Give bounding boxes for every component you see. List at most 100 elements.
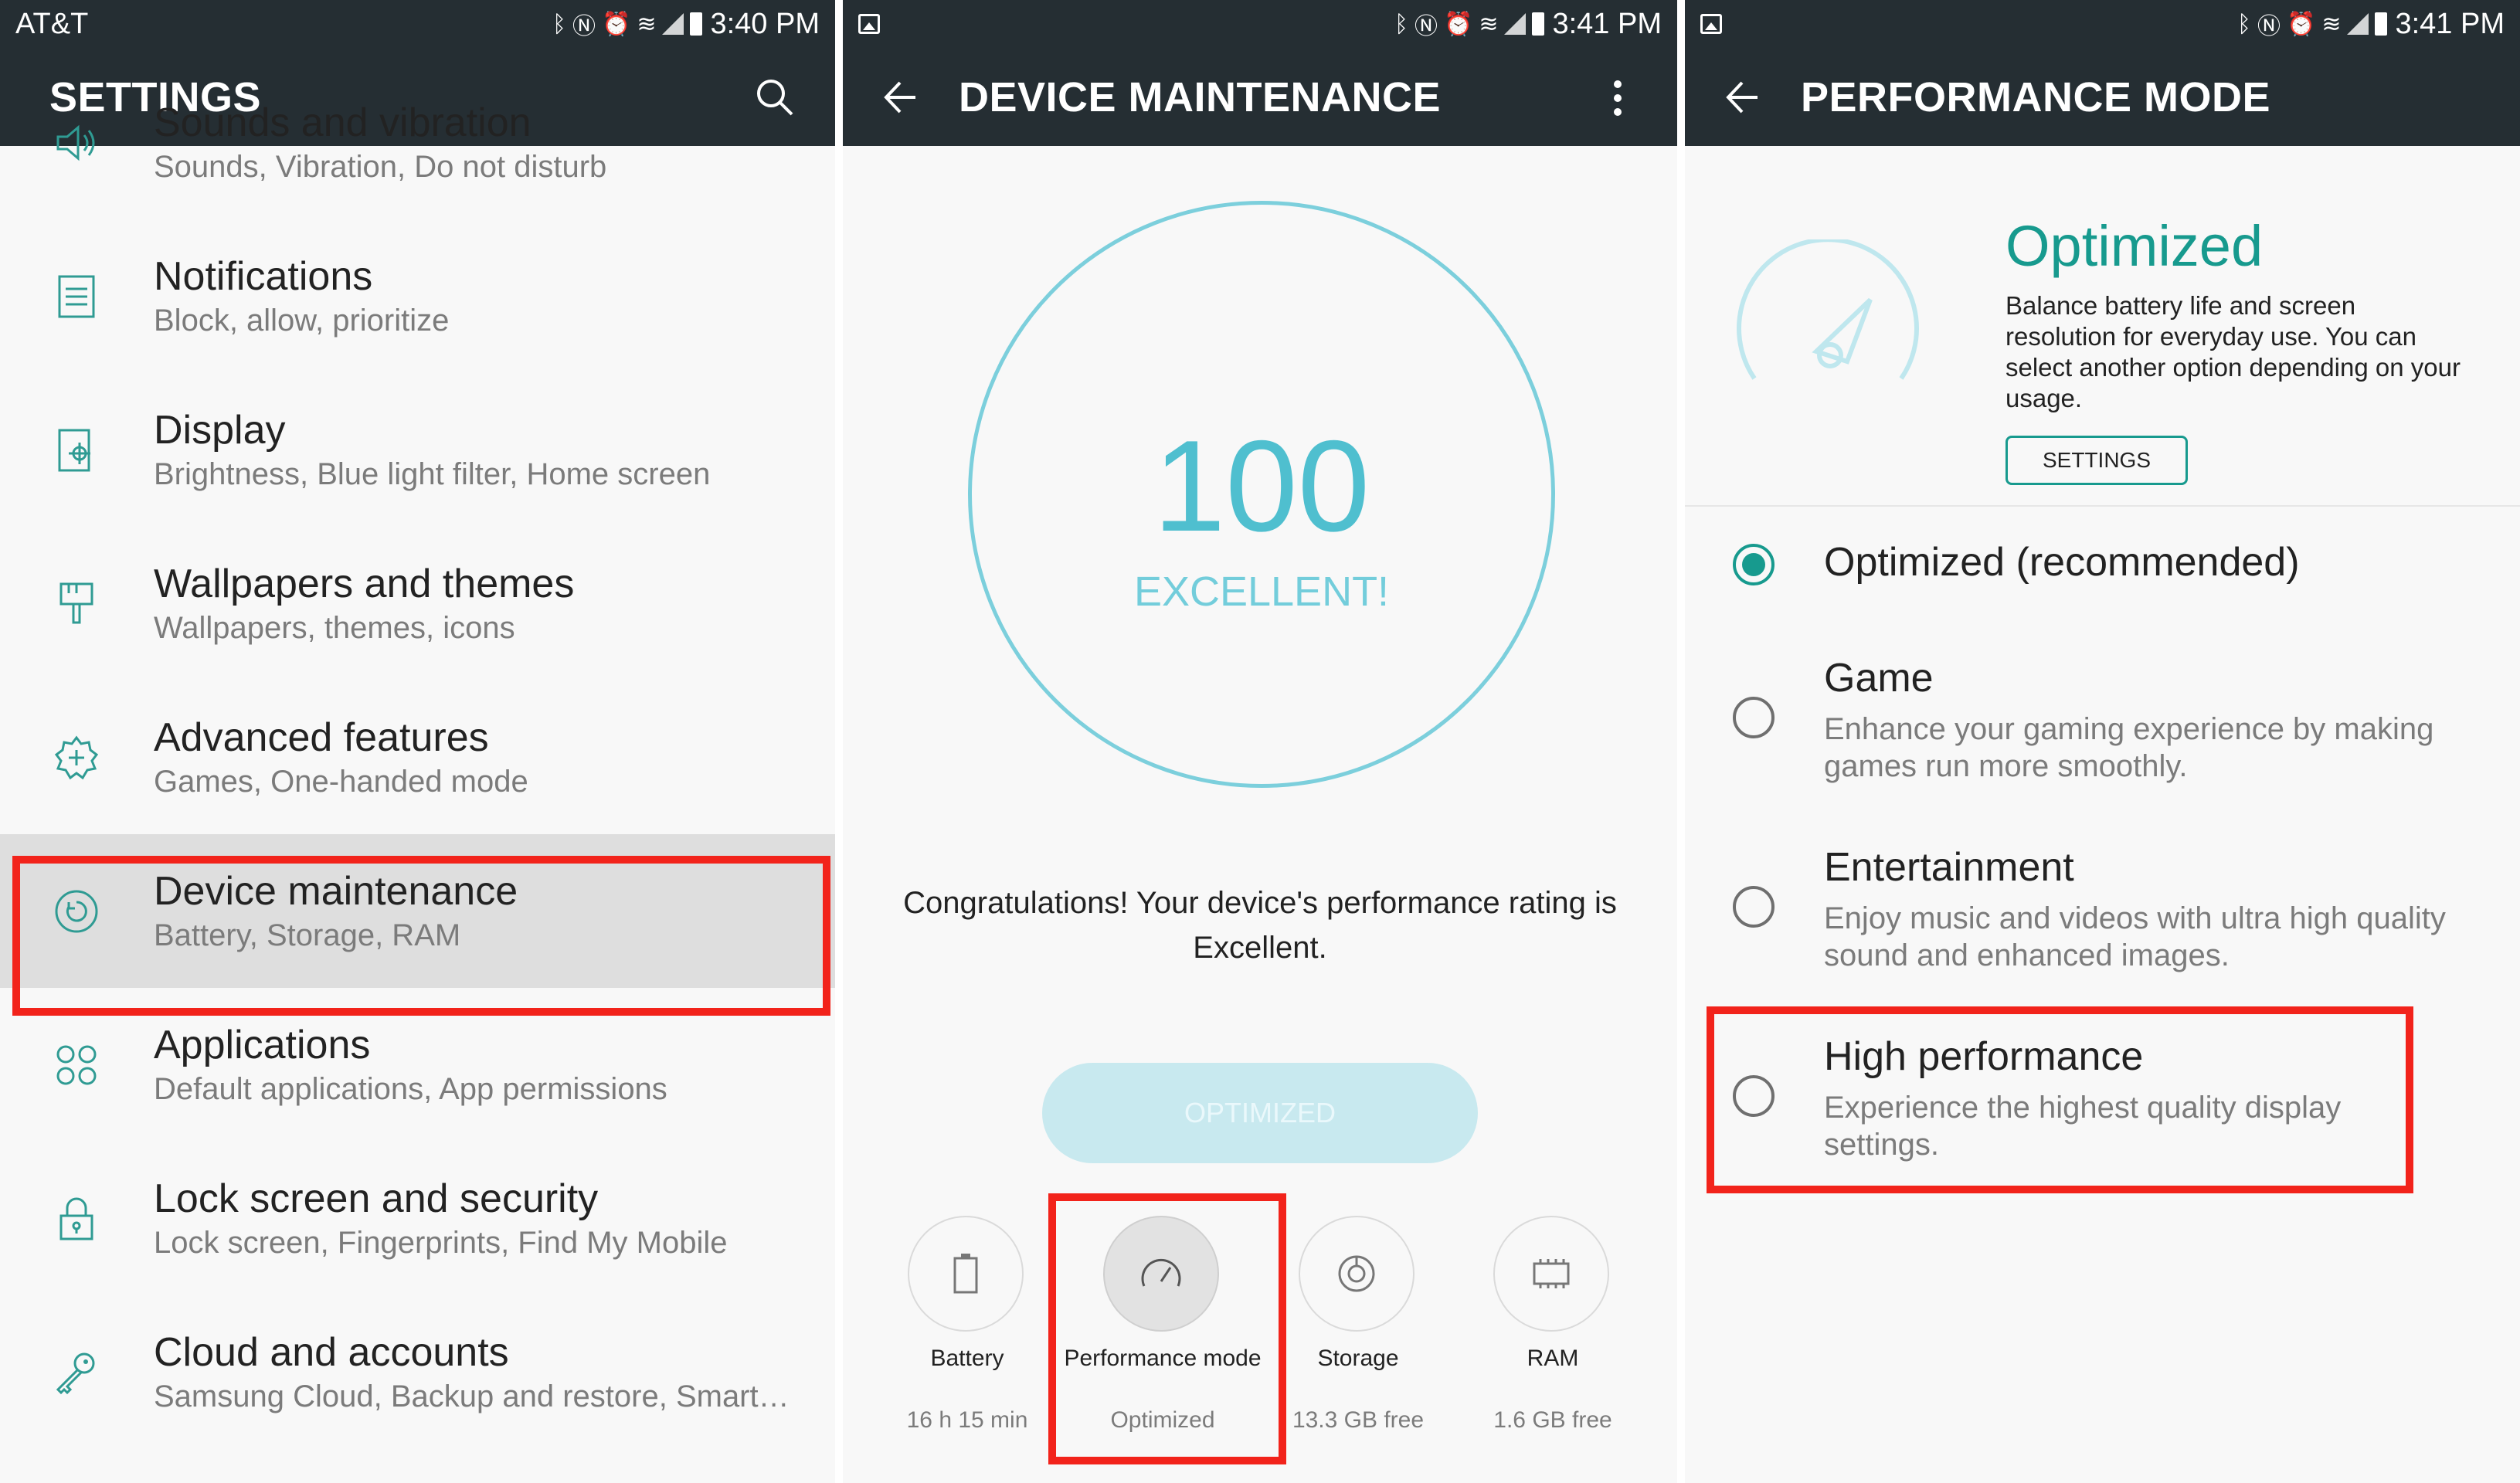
alarm-icon: ⏰ [1443,10,1473,38]
option-description: Enhance your gaming experience by making… [1824,712,2434,783]
tool-label: Battery [930,1346,1004,1371]
status-icons: ᛒ Ⓝ ⏰ ≋ [2237,7,2388,41]
optimize-button[interactable]: OPTIMIZED [1042,1063,1478,1163]
speedometer-icon [1731,237,1924,398]
battery-status-icon [690,12,703,36]
bluetooth-icon: ᛒ [1394,10,1408,38]
option-title: Game [1824,656,1934,701]
wifi-icon: ≋ [2321,10,2342,38]
notifications-icon [49,270,104,324]
signal-icon [2347,13,2369,35]
performance-gauge: 100 EXCELLENT! [968,201,1555,788]
settings-item-subtitle: Samsung Cloud, Backup and restore, Smart… [154,1379,790,1413]
battery-status-icon [1532,12,1545,36]
speaker-icon [49,116,104,170]
status-bar: ᛒ Ⓝ ⏰ ≋ 3:41 PM [1685,0,2520,48]
tool-performance-mode[interactable]: Performance mode Optimized [1064,1216,1262,1433]
app-bar: DEVICE MAINTENANCE [843,48,1677,146]
settings-item-subtitle: Battery, Storage, RAM [154,918,461,952]
nfc-icon: Ⓝ [572,13,596,40]
tool-ram[interactable]: RAM 1.6 GB free [1493,1216,1612,1433]
settings-screen: AT&T ᛒ Ⓝ ⏰ ≋ 3:40 PM SETTINGS Sounds and… [0,0,835,1483]
storage-icon [1299,1216,1415,1332]
tool-storage[interactable]: Storage 13.3 GB free [1292,1216,1424,1433]
more-options-icon[interactable] [1612,79,1623,121]
battery-icon [908,1216,1024,1332]
settings-item-title: Applications [154,1022,371,1067]
wifi-icon: ≋ [1479,10,1499,38]
battery-status-icon [2375,12,2388,36]
display-icon [49,423,104,477]
back-arrow-icon[interactable] [1685,78,1801,117]
divider [1685,505,2520,507]
bluetooth-icon: ᛒ [2236,10,2251,38]
picture-notification-icon [858,14,880,34]
page-title: PERFORMANCE MODE [1801,73,2271,120]
radio-button[interactable] [1733,886,1775,928]
tool-label: Performance mode [1064,1346,1262,1371]
settings-item-device-maintenance[interactable]: Device maintenance Battery, Storage, RAM [0,834,835,988]
tool-value: Optimized [1110,1407,1215,1433]
key-icon [49,1346,104,1400]
option-entertainment[interactable]: Entertainment Enjoy music and videos wit… [1685,838,2520,985]
settings-item-wallpapers[interactable]: Wallpapers and themes Wallpapers, themes… [0,527,835,680]
device-maintenance-screen: ᛒ Ⓝ ⏰ ≋ 3:41 PM DEVICE MAINTENANCE 100 E… [843,0,1677,1483]
wifi-icon: ≋ [637,10,657,38]
tool-label: Storage [1317,1346,1399,1371]
option-description: Enjoy music and videos with ultra high q… [1824,901,2446,972]
speedometer-icon [1103,1216,1219,1332]
settings-item-advanced[interactable]: Advanced features Games, One-handed mode [0,680,835,834]
radio-button[interactable] [1733,544,1775,585]
mode-description: Balance battery life and screen resoluti… [2005,291,2461,412]
settings-item-subtitle: Brightness, Blue light filter, Home scre… [154,456,711,491]
settings-item-notifications[interactable]: Notifications Block, allow, prioritize [0,219,835,373]
settings-item-title: Cloud and accounts [154,1329,509,1375]
back-arrow-icon[interactable] [843,78,959,117]
settings-item-lock-screen[interactable]: Lock screen and security Lock screen, Fi… [0,1142,835,1295]
settings-item-cloud-accounts[interactable]: Cloud and accounts Samsung Cloud, Backup… [0,1295,835,1449]
nfc-icon: Ⓝ [1414,13,1438,40]
settings-item-title: Display [154,407,286,453]
option-title: High performance [1824,1034,2144,1079]
settings-list: Sounds and vibration Sounds, Vibration, … [0,100,835,1483]
radio-button[interactable] [1733,697,1775,738]
page-title: DEVICE MAINTENANCE [959,73,1442,120]
settings-item-display[interactable]: Display Brightness, Blue light filter, H… [0,373,835,527]
picture-notification-icon [1700,14,1722,34]
option-game[interactable]: Game Enhance your gaming experience by m… [1685,649,2520,796]
performance-score: 100 [1153,413,1370,558]
settings-item-subtitle: Lock screen, Fingerprints, Find My Mobil… [154,1225,728,1260]
settings-item-sounds[interactable]: Sounds and vibration Sounds, Vibration, … [0,66,835,219]
ram-chip-icon [1493,1216,1609,1332]
clock: 3:41 PM [2395,7,2505,40]
mode-settings-button[interactable]: SETTINGS [2005,436,2188,485]
signal-icon [662,13,684,35]
status-icons: ᛒ Ⓝ ⏰ ≋ [1394,7,1545,41]
option-optimized[interactable]: Optimized (recommended) [1685,533,2520,633]
status-bar: ᛒ Ⓝ ⏰ ≋ 3:41 PM [843,0,1677,48]
settings-item-subtitle: Sounds, Vibration, Do not disturb [154,149,607,184]
tool-value: 16 h 15 min [906,1407,1028,1433]
nfc-icon: Ⓝ [2257,13,2281,40]
option-title: Optimized (recommended) [1824,540,2300,585]
signal-icon [1504,13,1527,35]
settings-item-applications[interactable]: Applications Default applications, App p… [0,988,835,1142]
settings-item-title: Wallpapers and themes [154,561,575,606]
settings-item-subtitle: Default applications, App permissions [154,1071,667,1106]
advanced-gear-icon [49,731,104,785]
option-title: Entertainment [1824,845,2074,890]
performance-mode-screen: ᛒ Ⓝ ⏰ ≋ 3:41 PM PERFORMANCE MODE Optimiz… [1685,0,2520,1483]
tool-value: 13.3 GB free [1292,1407,1425,1433]
clock: 3:41 PM [1552,7,1662,40]
settings-item-title: Notifications [154,253,373,299]
settings-item-title: Device maintenance [154,868,518,914]
tool-label: RAM [1527,1346,1579,1371]
carrier-label: AT&T [15,7,89,40]
mode-title: Optimized [2005,214,2264,278]
app-bar: PERFORMANCE MODE [1685,48,2520,146]
option-description: Experience the highest quality display s… [1824,1091,2342,1162]
tool-battery[interactable]: Battery 16 h 15 min [907,1216,1027,1433]
bluetooth-icon: ᛒ [552,10,566,38]
radio-button[interactable] [1733,1075,1775,1117]
option-high-performance[interactable]: High performance Experience the highest … [1685,1027,2520,1174]
